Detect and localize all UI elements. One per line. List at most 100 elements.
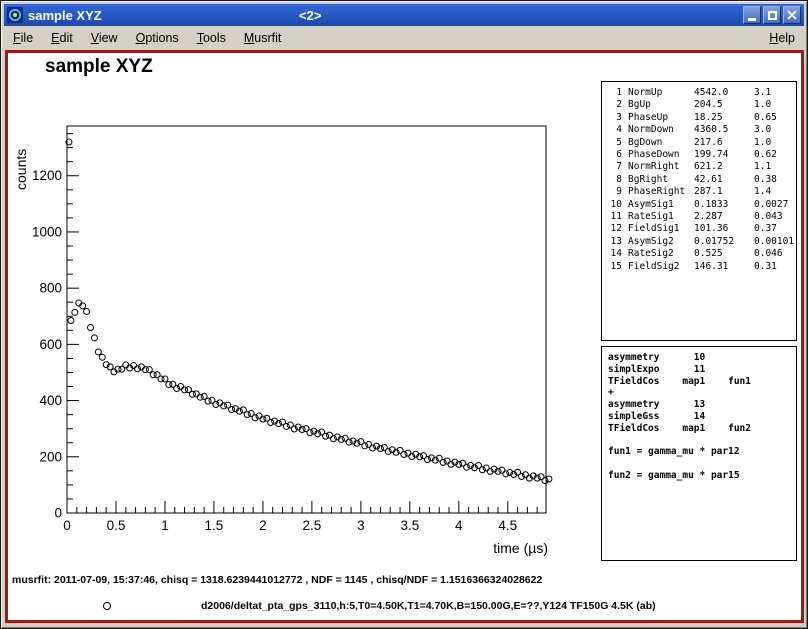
x-tick-label: 1 [161,518,169,533]
data-point [213,402,219,408]
menu-options[interactable]: Options [127,28,188,48]
x-axis-title: time (µs) [493,540,548,556]
data-point [519,473,525,479]
data-point [499,467,505,473]
theory-box-lines: asymmetry 10simplExpo 11TFieldCos map1 f… [608,352,796,482]
param-row: 2BgUp204.51.0 [608,99,796,111]
data-point [91,335,97,341]
plot-title: sample XYZ [45,56,153,78]
x-tick-label: 0 [63,518,71,533]
data-point [362,443,368,449]
data-point [84,308,90,314]
data-point [546,476,552,482]
theory-box[interactable]: asymmetry 10simplExpo 11TFieldCos map1 f… [601,346,797,561]
data-point [252,415,258,421]
menu-file[interactable]: File [4,28,42,48]
minimize-button[interactable] [743,6,761,24]
data-point [283,423,289,429]
theory-line: fun1 = gamma_mu * par12 [608,446,796,458]
close-icon [787,10,797,20]
data-point [327,432,333,438]
window-canvas-number: <2> [299,8,321,23]
titlebar[interactable]: sample XYZ <2> [4,4,804,26]
param-row: 4NormDown4360.53.0 [608,124,796,136]
data-point [385,448,391,454]
param-row: 12FieldSig1101.360.37 [608,223,796,235]
fit-parameter-box[interactable]: 1NormUp4542.03.12BgUp204.51.03PhaseUp18.… [601,81,797,341]
fit-info-line: musrfit: 2011-07-09, 15:37:46, chisq = 1… [12,574,542,586]
data-point [424,457,430,463]
theory-line: fun2 = gamma_mu * par15 [608,470,796,482]
data-point [503,471,509,477]
data-point [401,452,407,458]
menu-musrfit[interactable]: Musrfit [235,28,291,48]
data-point [256,413,262,419]
legend-open-circle-icon [103,602,111,610]
x-tick-label: 3 [357,518,365,533]
data-point [123,362,129,368]
data-point [162,376,168,382]
menu-edit[interactable]: Edit [42,28,82,48]
plot-frame [67,126,546,513]
app-window: sample XYZ <2> File Edit View Options To… [0,0,808,629]
data-point [68,317,74,323]
plot-svg[interactable]: 00.511.522.533.544.502004006008001000120… [10,78,570,558]
menu-help[interactable]: Help [760,28,804,48]
data-point [268,420,274,426]
x-tick-label: 4 [455,518,463,533]
close-button[interactable] [783,6,801,24]
menubar: File Edit View Options Tools Musrfit Hel… [4,26,804,50]
menu-tools[interactable]: Tools [188,28,235,48]
titlebar-buttons [743,6,801,24]
theory-line: TFieldCos map1 fun1 [608,376,796,388]
param-row: 3PhaseUp18.250.65 [608,112,796,124]
theory-line [608,435,796,447]
y-tick-label: 200 [39,449,62,464]
theory-line: asymmetry 10 [608,352,796,364]
param-row: 13AsymSig20.017520.00101 [608,236,796,248]
x-tick-label: 1.5 [205,518,224,533]
theory-line: simpleGss 14 [608,411,796,423]
y-tick-label: 1000 [32,224,62,239]
y-tick-label: 0 [54,506,62,521]
param-row: 1NormUp4542.03.1 [608,87,796,99]
maximize-button[interactable] [763,6,781,24]
data-point [244,412,250,418]
data-point [307,430,313,436]
window-title: sample XYZ [28,8,102,23]
y-tick-label: 600 [39,337,62,352]
root-canvas[interactable]: sample XYZ 00.511.522.533.544.5020040060… [5,50,804,623]
data-point [405,450,411,456]
param-box-rows: 1NormUp4542.03.12BgUp204.51.03PhaseUp18.… [608,87,796,273]
data-point [542,478,548,484]
x-tick-label: 0.5 [107,518,126,533]
theory-line: TFieldCos map1 fun2 [608,423,796,435]
theory-line [608,458,796,470]
param-row: 6PhaseDown199.740.62 [608,149,796,161]
x-tick-label: 2.5 [302,518,321,533]
data-point [217,400,223,406]
data-point [99,354,105,360]
param-row: 10AsymSig10.18330.0027 [608,199,796,211]
data-point [464,464,470,470]
data-point [346,439,352,445]
theory-line: simplExpo 11 [608,364,796,376]
y-tick-label: 400 [39,393,62,408]
app-icon[interactable] [7,7,23,23]
maximize-icon [768,11,777,20]
param-row: 7NormRight621.21.1 [608,161,796,173]
theory-line: + [608,387,796,399]
data-point [88,325,94,331]
legend-text: d2006/deltat_pta_gps_3110,h:5,T0=4.50K,T… [201,600,656,612]
y-tick-label: 1200 [32,168,62,183]
data-point [479,467,485,473]
menu-view[interactable]: View [82,28,127,48]
data-point [483,465,489,471]
data-point [323,433,329,439]
y-axis-title: counts [13,149,29,190]
param-row: 14RateSig20.5250.046 [608,248,796,260]
data-point [72,309,78,315]
y-tick-label: 800 [39,281,62,296]
minimize-icon [748,18,756,21]
data-point [95,349,101,355]
